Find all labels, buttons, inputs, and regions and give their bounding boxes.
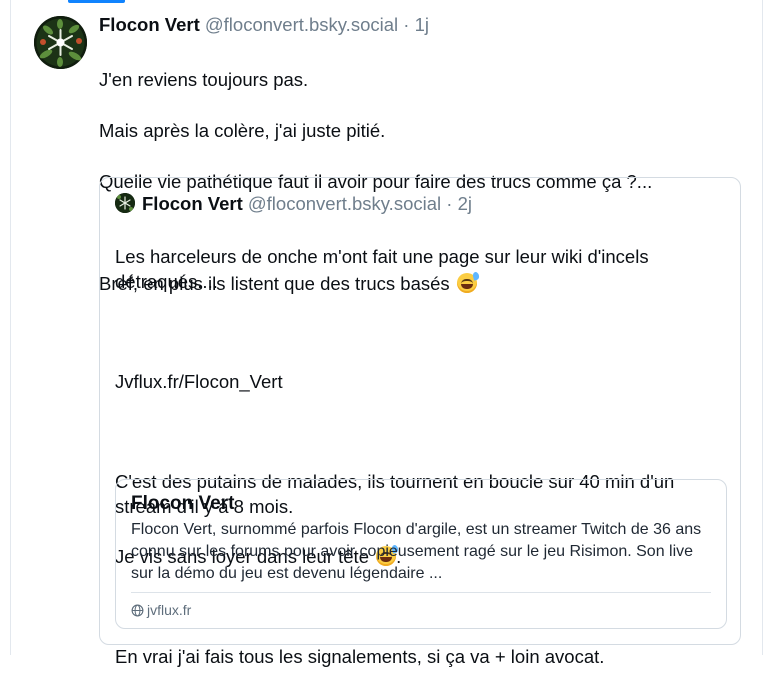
quoted-post-header: Flocon Vert @floconvert.bsky.social · 2j [115, 191, 472, 217]
post-header: Flocon Vert @floconvert.bsky.social · 1j [99, 12, 751, 38]
post-line: Mais après la colère, j'ai juste pitié. [99, 119, 386, 141]
author-name[interactable]: Flocon Vert [99, 14, 200, 35]
author-handle[interactable]: @floconvert.bsky.social [205, 14, 398, 35]
link-card-divider [131, 592, 711, 593]
quoted-post-time[interactable]: 2j [458, 193, 472, 214]
link-card-title: Flocon Vert [131, 493, 235, 514]
quoted-author-name[interactable]: Flocon Vert [142, 193, 243, 214]
post-line: J'en reviens toujours pas. [99, 68, 309, 90]
link-card-domain: jvflux.fr [131, 600, 191, 620]
avatar-image [34, 16, 87, 69]
quoted-avatar-image [115, 193, 135, 213]
quoted-post[interactable]: Flocon Vert @floconvert.bsky.social · 2j… [99, 177, 741, 667]
quoted-author-handle[interactable]: @floconvert.bsky.social [248, 193, 441, 214]
quoted-paragraph: Les harceleurs de onche m'ont fait une p… [115, 246, 649, 292]
separator: · [403, 14, 410, 35]
avatar[interactable] [34, 16, 87, 69]
globe-icon [131, 604, 144, 617]
link-card[interactable]: Flocon Vert Flocon Vert, surnommé parfoi… [115, 479, 727, 629]
quoted-paragraph: En vrai j'ai fais tous les signalements,… [115, 646, 605, 667]
separator: · [446, 193, 453, 214]
quoted-link-text[interactable]: Jvflux.fr/Flocon_Vert [115, 369, 730, 394]
post-time[interactable]: 1j [415, 14, 429, 35]
quoted-avatar[interactable] [115, 193, 135, 213]
post[interactable]: Flocon Vert @floconvert.bsky.social · 1j… [11, 0, 762, 667]
feed-border-right [762, 0, 763, 655]
link-card-description: Flocon Vert, surnommé parfois Flocon d'a… [131, 521, 702, 582]
link-card-domain-text: jvflux.fr [147, 602, 192, 618]
